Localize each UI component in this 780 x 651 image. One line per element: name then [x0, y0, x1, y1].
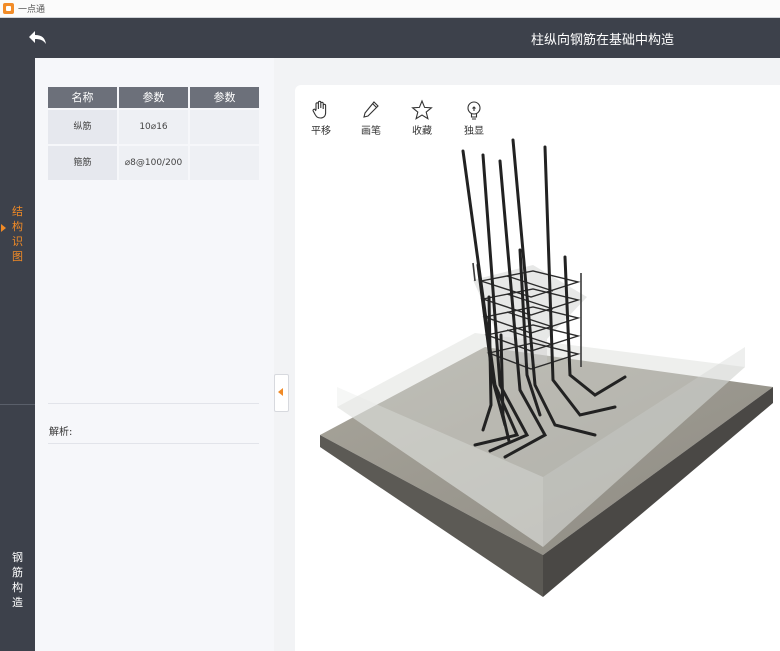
collapse-panel-button[interactable] [274, 374, 289, 412]
brush-tool-button[interactable]: 画笔 [356, 99, 386, 137]
nav-item-label: 钢筋构造 [12, 551, 23, 609]
nav-item-label: 结构识图 [12, 205, 23, 263]
back-arrow-icon[interactable] [26, 26, 50, 50]
brush-tool-label: 画笔 [361, 126, 381, 137]
pan-tool-button[interactable]: 平移 [306, 99, 336, 137]
lightbulb-icon [467, 101, 481, 120]
app-name: 一点通 [18, 5, 46, 15]
back-button[interactable] [26, 26, 50, 50]
table-cell-param: ⌀8@100/200 [119, 146, 188, 180]
table-cell-param: 10⌀16 [119, 110, 188, 144]
pencil-icon [363, 101, 379, 118]
top-header: 柱纵向钢筋在基础中构造 [0, 18, 780, 58]
table-cell-name: 箍筋 [48, 146, 117, 180]
page-title: 柱纵向钢筋在基础中构造 [530, 33, 674, 48]
isolate-tool-label: 独显 [464, 126, 484, 137]
rebar-foundation-model[interactable] [295, 85, 780, 651]
app-logo-icon [3, 3, 14, 14]
nav-divider [0, 404, 35, 405]
table-header-name: 名称 [48, 87, 117, 108]
parameter-panel: 名称 参数 参数 纵筋 10⌀16 箍筋 ⌀8@100/200 解析: [35, 58, 274, 651]
table-header-param-2: 参数 [190, 87, 259, 108]
model-viewer[interactable]: 平移 画笔 收藏 独显 [295, 85, 780, 651]
analysis-label: 解析: [49, 427, 73, 438]
table-header-param: 参数 [119, 87, 188, 108]
divider [48, 443, 259, 444]
table-cell-name: 纵筋 [48, 110, 117, 144]
table-cell-param-2 [190, 146, 259, 180]
nav-item-rebar-construction[interactable]: 钢筋构造 [0, 550, 35, 610]
divider [48, 403, 259, 404]
star-icon [411, 99, 433, 120]
hand-icon [312, 100, 327, 119]
pan-tool-label: 平移 [311, 126, 331, 137]
table-cell-param-2 [190, 110, 259, 144]
favorite-tool-button[interactable]: 收藏 [407, 99, 437, 137]
side-navigation: 结构识图 钢筋构造 [0, 58, 35, 651]
isolate-tool-button[interactable]: 独显 [459, 99, 489, 137]
window-titlebar: 一点通 [0, 0, 780, 18]
favorite-tool-label: 收藏 [412, 126, 432, 137]
nav-item-structure-reading[interactable]: 结构识图 [0, 204, 35, 264]
